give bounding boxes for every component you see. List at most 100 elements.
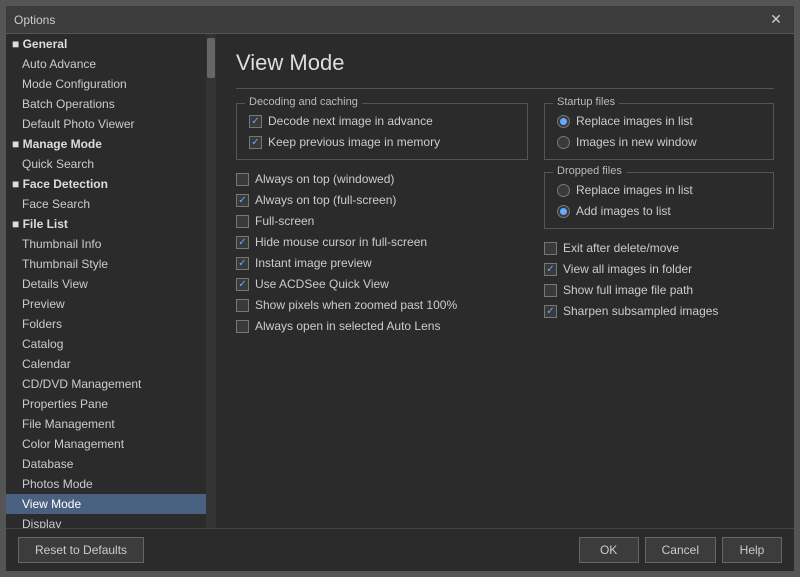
dialog-body: ■ GeneralAuto AdvanceMode ConfigurationB… (6, 34, 794, 528)
checkbox-row-view-all-images[interactable]: View all images in folder (544, 262, 774, 276)
sidebar-item-photos-mode[interactable]: Photos Mode (6, 474, 206, 494)
left-column: Decoding and caching Decode next image i… (236, 103, 528, 333)
right-column: Startup files Replace images in listImag… (544, 103, 774, 333)
sidebar-item-manage-mode[interactable]: ■ Manage Mode (6, 134, 206, 154)
sidebar-item-display[interactable]: Display (6, 514, 206, 528)
bottom-bar: Reset to Defaults OK Cancel Help (6, 528, 794, 571)
radio-images-new-window[interactable] (557, 136, 570, 149)
checkbox-label-hide-mouse: Hide mouse cursor in full-screen (255, 235, 427, 249)
checkbox-label-decode-next: Decode next image in advance (268, 114, 433, 128)
close-button[interactable]: ✕ (766, 10, 786, 30)
checkbox-decode-next[interactable] (249, 115, 262, 128)
checkbox-label-instant-preview: Instant image preview (255, 256, 372, 270)
checkbox-acdsee-quick-view[interactable] (236, 278, 249, 291)
sidebar-item-mode-configuration[interactable]: Mode Configuration (6, 74, 206, 94)
checkbox-label-exit-after-delete: Exit after delete/move (563, 241, 679, 255)
sidebar-item-folders[interactable]: Folders (6, 314, 206, 334)
separator (236, 88, 774, 89)
checkbox-label-full-screen: Full-screen (255, 214, 314, 228)
sidebar-item-catalog[interactable]: Catalog (6, 334, 206, 354)
checkbox-row-show-full-path[interactable]: Show full image file path (544, 283, 774, 297)
checkbox-row-keep-previous[interactable]: Keep previous image in memory (249, 135, 515, 149)
checkbox-always-open-auto-lens[interactable] (236, 320, 249, 333)
dropped-options: Replace images in list Add images to list (557, 183, 761, 218)
main-content: View Mode Decoding and caching Decode ne… (216, 34, 794, 528)
sidebar-item-thumbnail-style[interactable]: Thumbnail Style (6, 254, 206, 274)
checkbox-row-decode-next[interactable]: Decode next image in advance (249, 114, 515, 128)
radio-label-replace-images-list: Replace images in list (576, 114, 693, 128)
help-button[interactable]: Help (722, 537, 782, 563)
sidebar-item-batch-operations[interactable]: Batch Operations (6, 94, 206, 114)
checkbox-always-on-top-fullscreen[interactable] (236, 194, 249, 207)
sidebar-item-auto-advance[interactable]: Auto Advance (6, 54, 206, 74)
sidebar-item-details-view[interactable]: Details View (6, 274, 206, 294)
checkbox-sharpen-subsampled[interactable] (544, 305, 557, 318)
reset-button[interactable]: Reset to Defaults (18, 537, 144, 563)
checkbox-hide-mouse[interactable] (236, 236, 249, 249)
scrollbar-thumb[interactable] (207, 38, 215, 78)
ok-button[interactable]: OK (579, 537, 639, 563)
sidebar-item-preview[interactable]: Preview (6, 294, 206, 314)
scrollbar-track[interactable] (206, 34, 216, 528)
checkbox-keep-previous[interactable] (249, 136, 262, 149)
checkbox-instant-preview[interactable] (236, 257, 249, 270)
sidebar-item-color-management[interactable]: Color Management (6, 434, 206, 454)
sidebar-wrapper: ■ GeneralAuto AdvanceMode ConfigurationB… (6, 34, 216, 528)
decoding-options: Decode next image in advance Keep previou… (249, 114, 515, 149)
checkbox-row-full-screen[interactable]: Full-screen (236, 214, 528, 228)
sidebar-item-general[interactable]: ■ General (6, 34, 206, 54)
checkbox-label-show-pixels: Show pixels when zoomed past 100% (255, 298, 457, 312)
sidebar-item-thumbnail-info[interactable]: Thumbnail Info (6, 234, 206, 254)
decoding-group-label: Decoding and caching (245, 96, 362, 108)
radio-label-replace-dropped: Replace images in list (576, 183, 693, 197)
checkbox-row-show-pixels[interactable]: Show pixels when zoomed past 100% (236, 298, 528, 312)
checkbox-label-acdsee-quick-view: Use ACDSee Quick View (255, 277, 389, 291)
sidebar-item-file-management[interactable]: File Management (6, 414, 206, 434)
checkbox-label-always-on-top-windowed: Always on top (windowed) (255, 172, 394, 186)
view-options: Always on top (windowed) Always on top (f… (236, 172, 528, 333)
checkbox-row-sharpen-subsampled[interactable]: Sharpen subsampled images (544, 304, 774, 318)
sidebar-item-face-detection[interactable]: ■ Face Detection (6, 174, 206, 194)
radio-row-replace-images-list[interactable]: Replace images in list (557, 114, 761, 128)
radio-row-replace-dropped[interactable]: Replace images in list (557, 183, 761, 197)
checkbox-row-instant-preview[interactable]: Instant image preview (236, 256, 528, 270)
radio-row-images-new-window[interactable]: Images in new window (557, 135, 761, 149)
checkbox-label-keep-previous: Keep previous image in memory (268, 135, 440, 149)
radio-replace-dropped[interactable] (557, 184, 570, 197)
radio-label-images-new-window: Images in new window (576, 135, 697, 149)
checkbox-view-all-images[interactable] (544, 263, 557, 276)
button-group: OK Cancel Help (579, 537, 782, 563)
checkbox-row-always-on-top-fullscreen[interactable]: Always on top (full-screen) (236, 193, 528, 207)
radio-label-add-images-list: Add images to list (576, 204, 671, 218)
sidebar-item-properties-pane[interactable]: Properties Pane (6, 394, 206, 414)
dropped-files-group: Dropped files Replace images in listAdd … (544, 172, 774, 229)
checkbox-row-exit-after-delete[interactable]: Exit after delete/move (544, 241, 774, 255)
checkbox-always-on-top-windowed[interactable] (236, 173, 249, 186)
checkbox-row-always-on-top-windowed[interactable]: Always on top (windowed) (236, 172, 528, 186)
sidebar-item-file-list[interactable]: ■ File List (6, 214, 206, 234)
checkbox-show-pixels[interactable] (236, 299, 249, 312)
sidebar: ■ GeneralAuto AdvanceMode ConfigurationB… (6, 34, 206, 528)
sidebar-item-view-mode[interactable]: View Mode (6, 494, 206, 514)
radio-replace-images-list[interactable] (557, 115, 570, 128)
checkbox-label-view-all-images: View all images in folder (563, 262, 692, 276)
radio-row-add-images-list[interactable]: Add images to list (557, 204, 761, 218)
startup-files-group: Startup files Replace images in listImag… (544, 103, 774, 160)
sidebar-item-calendar[interactable]: Calendar (6, 354, 206, 374)
sidebar-item-quick-search[interactable]: Quick Search (6, 154, 206, 174)
startup-files-label: Startup files (553, 96, 619, 108)
checkbox-exit-after-delete[interactable] (544, 242, 557, 255)
radio-add-images-list[interactable] (557, 205, 570, 218)
sidebar-item-face-search[interactable]: Face Search (6, 194, 206, 214)
checkbox-full-screen[interactable] (236, 215, 249, 228)
sidebar-item-default-photo-viewer[interactable]: Default Photo Viewer (6, 114, 206, 134)
checkbox-show-full-path[interactable] (544, 284, 557, 297)
sidebar-item-cd-dvd-management[interactable]: CD/DVD Management (6, 374, 206, 394)
cancel-button[interactable]: Cancel (645, 537, 716, 563)
checkbox-row-hide-mouse[interactable]: Hide mouse cursor in full-screen (236, 235, 528, 249)
checkbox-row-acdsee-quick-view[interactable]: Use ACDSee Quick View (236, 277, 528, 291)
checkbox-row-always-open-auto-lens[interactable]: Always open in selected Auto Lens (236, 319, 528, 333)
checkbox-label-always-on-top-fullscreen: Always on top (full-screen) (255, 193, 396, 207)
sidebar-item-database[interactable]: Database (6, 454, 206, 474)
startup-options: Replace images in list Images in new wind… (557, 114, 761, 149)
